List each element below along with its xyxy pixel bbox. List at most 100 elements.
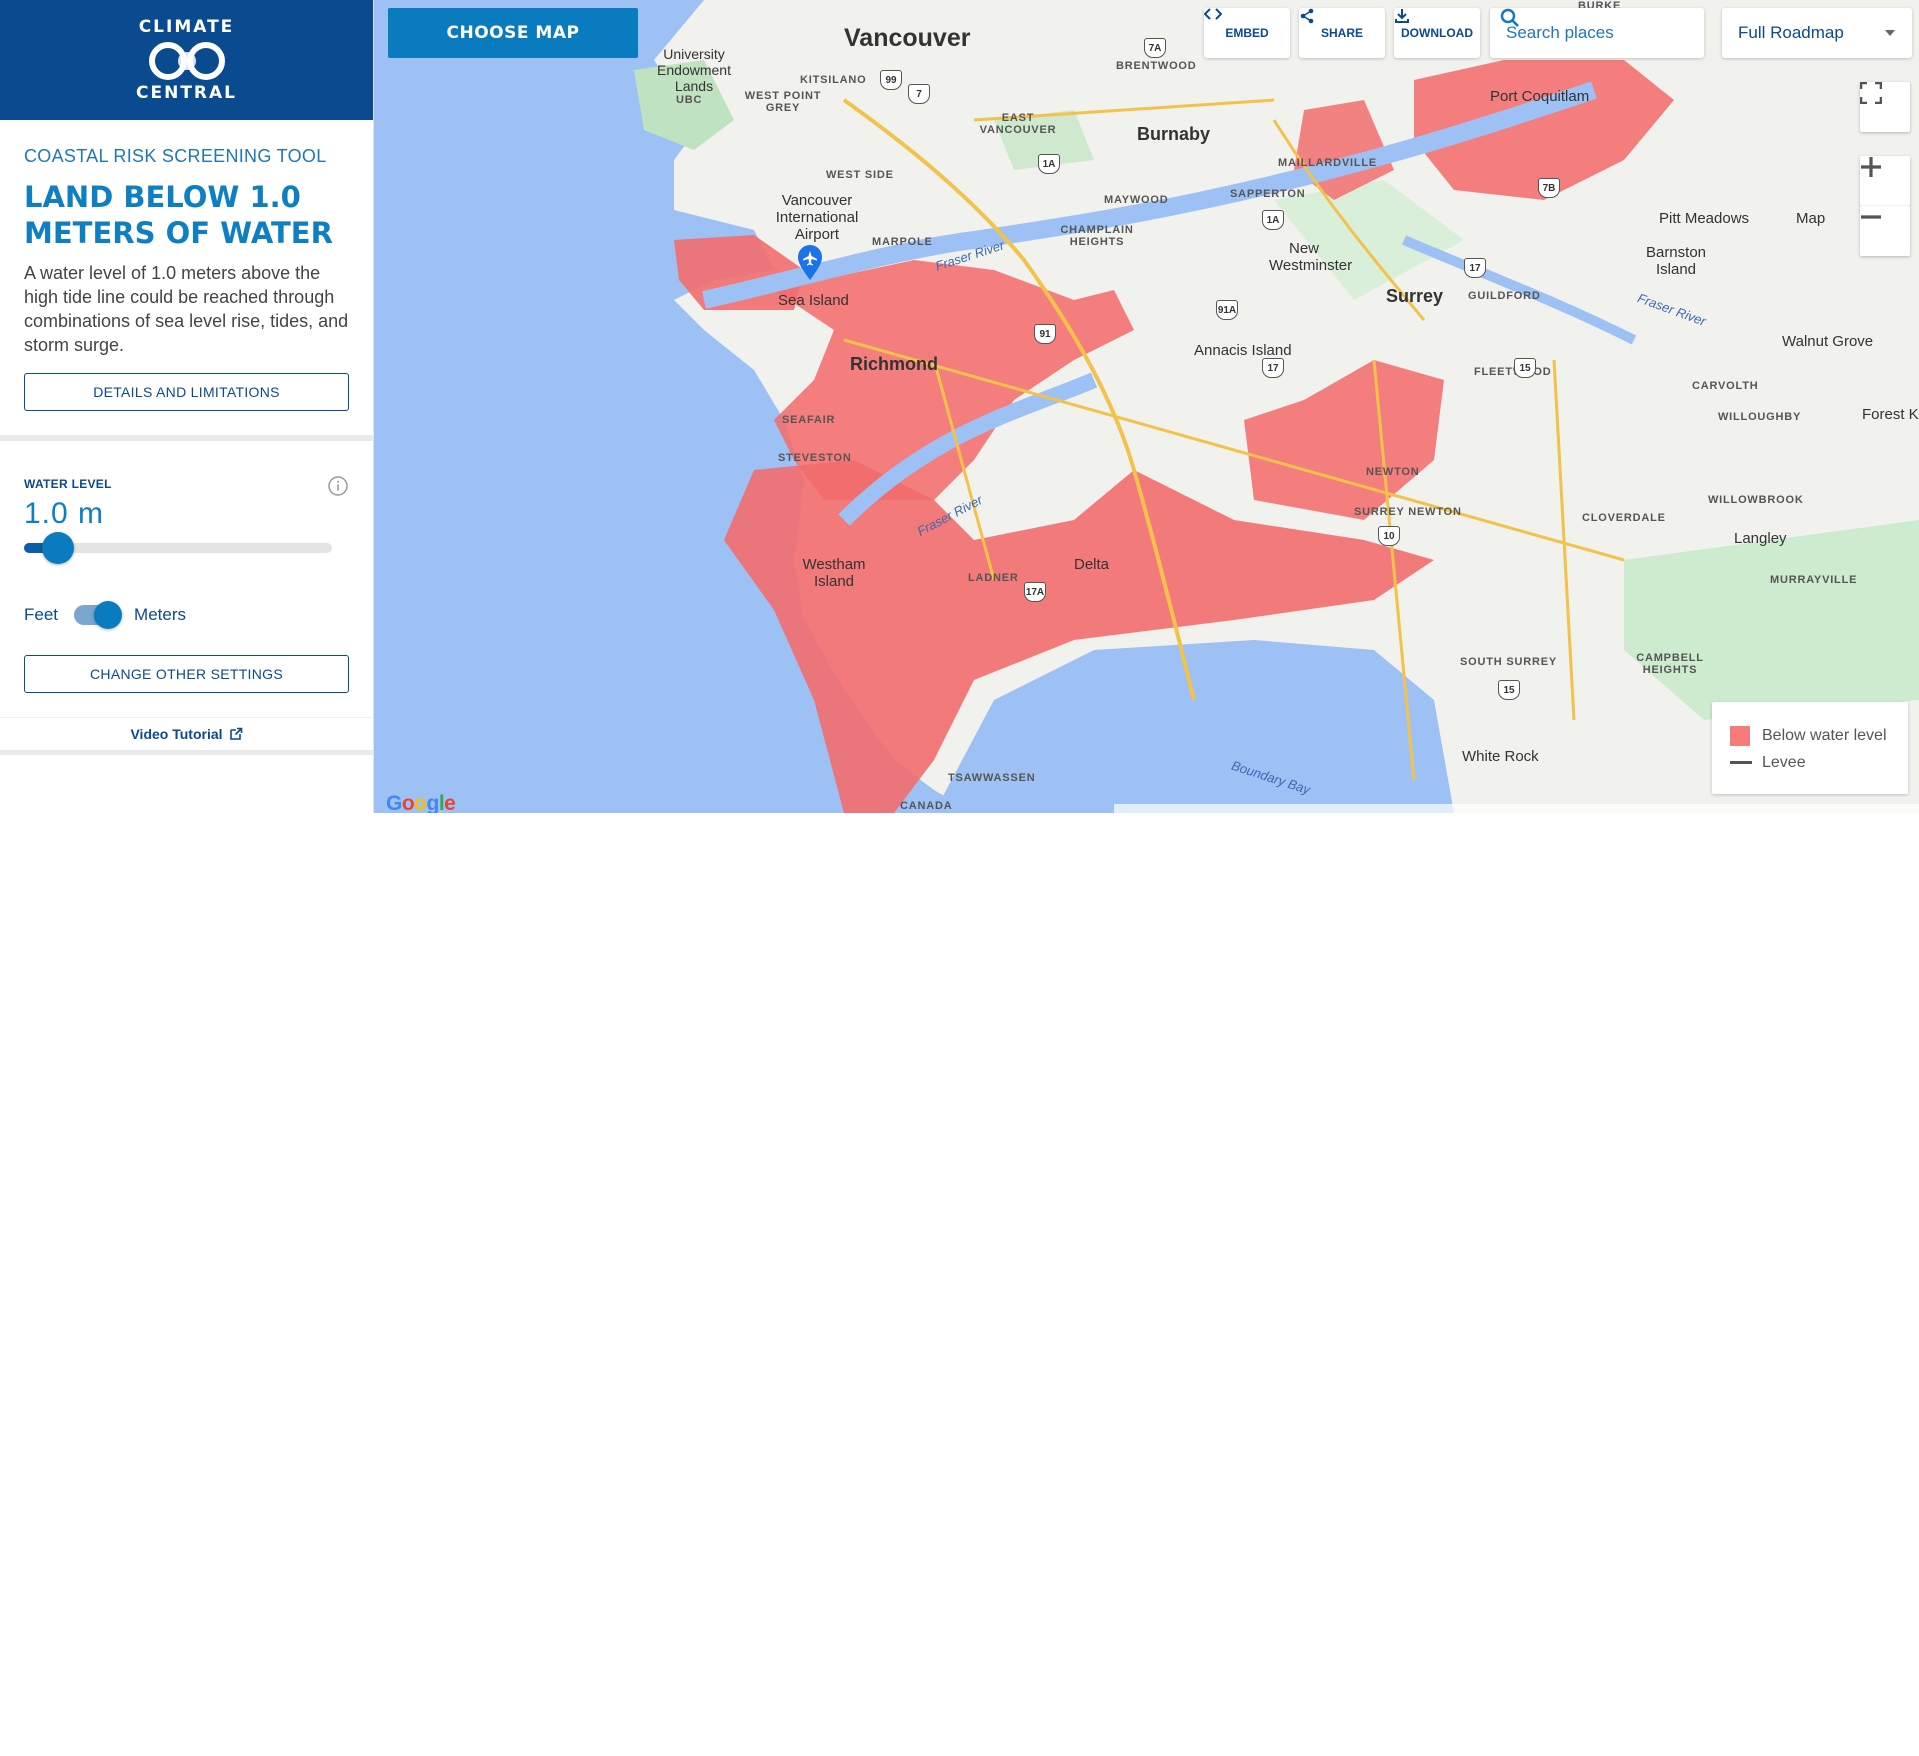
map-label-maple-ridge: Map xyxy=(1796,210,1826,227)
tool-name: COASTAL RISK SCREENING TOOL xyxy=(24,146,327,166)
choose-map-button[interactable]: CHOOSE MAP xyxy=(388,8,638,58)
video-tutorial-label: Video Tutorial xyxy=(130,726,223,742)
chevron-down-icon xyxy=(1885,30,1895,36)
map-label-murrayville: MURRAYVILLE xyxy=(1770,574,1858,586)
map-label-guildford: GUILDFORD xyxy=(1468,290,1541,302)
route-shield: 91A xyxy=(1216,300,1238,320)
share-label: SHARE xyxy=(1320,26,1363,40)
unit-label-feet: Feet xyxy=(24,605,59,624)
route-shield: 17 xyxy=(1262,358,1284,378)
legend-levee-label: Levee xyxy=(1762,753,1806,771)
route-shield: 7B xyxy=(1538,178,1560,198)
water-level-label: WATER LEVEL xyxy=(24,477,112,491)
map-label-port-coquitlam: Port Coquitlam xyxy=(1490,88,1590,105)
share-button[interactable]: SHARE xyxy=(1299,8,1385,58)
change-settings-button[interactable]: CHANGE OTHER SETTINGS xyxy=(24,655,349,693)
route-shield: 10 xyxy=(1378,526,1400,546)
download-icon xyxy=(1395,9,1409,23)
basemap-select[interactable]: Full Roadmap xyxy=(1722,8,1912,58)
map-label-willoughby: WILLOUGHBY xyxy=(1718,411,1802,423)
map-label-surrey: Surrey xyxy=(1386,286,1444,306)
description-text: A water level of 1.0 meters above the hi… xyxy=(24,263,349,355)
unit-toggle[interactable] xyxy=(74,601,123,629)
flood-map[interactable]: Vancouver Burnaby Richmond Surrey Delta … xyxy=(374,0,1919,813)
map-label-maywood: MAYWOOD xyxy=(1104,194,1169,206)
video-tutorial-link[interactable]: Video Tutorial xyxy=(0,717,373,750)
route-shield: 99 xyxy=(880,70,902,90)
map-label-cloverdale: CLOVERDALE xyxy=(1582,512,1666,524)
map-label-ladner: LADNER xyxy=(968,572,1019,584)
map-label-sapperton: SAPPERTON xyxy=(1230,188,1306,200)
fullscreen-icon xyxy=(1860,82,1882,104)
zoom-in-button[interactable] xyxy=(1860,156,1910,206)
route-shield: 7 xyxy=(908,84,930,104)
route-shield: 15 xyxy=(1514,358,1536,378)
fullscreen-button[interactable] xyxy=(1860,82,1910,132)
map-label-pitt-meadows: Pitt Meadows xyxy=(1659,210,1750,227)
download-label: DOWNLOAD xyxy=(1401,26,1473,40)
water-level-slider-handle[interactable] xyxy=(41,532,74,564)
map-label-steveston: STEVESTON xyxy=(778,452,852,464)
map-label-new-westminster: New Westminster xyxy=(1269,240,1353,274)
map-label-langley: Langley xyxy=(1734,530,1787,547)
basemap-value: Full Roadmap xyxy=(1738,23,1844,42)
climate-central-logo[interactable]: CLIMATE CENTRAL xyxy=(0,0,373,120)
map-label-east-vancouver: EAST VANCOUVER xyxy=(979,112,1057,136)
embed-button[interactable]: EMBED xyxy=(1204,8,1290,58)
map-label-white-rock: White Rock xyxy=(1462,748,1539,765)
external-link-icon xyxy=(229,727,242,740)
details-limitations-button[interactable]: DETAILS AND LIMITATIONS xyxy=(24,373,349,411)
info-icon[interactable] xyxy=(327,475,349,497)
embed-label: EMBED xyxy=(1225,26,1269,40)
airport-pin-icon[interactable] xyxy=(796,245,824,281)
map-canvas[interactable] xyxy=(374,0,1919,813)
map-label-kitsilano: KITSILANO xyxy=(800,74,867,86)
code-icon xyxy=(1204,8,1222,20)
legend-swatch-flood xyxy=(1730,725,1750,746)
map-label-brentwood: BRENTWOOD xyxy=(1116,60,1197,72)
download-button[interactable]: DOWNLOAD xyxy=(1394,8,1480,58)
route-shield: 91 xyxy=(1034,324,1056,344)
route-shield: 1A xyxy=(1262,210,1284,230)
map-label-west-point-grey: WEST POINT GREY xyxy=(744,90,822,114)
search-input[interactable] xyxy=(1504,22,1668,44)
map-label-newton: NEWTON xyxy=(1366,466,1420,478)
map-label-willowbrook: WILLOWBROOK xyxy=(1708,494,1804,506)
map-label-forest-knolls: Forest Kn xyxy=(1862,406,1919,423)
legend-below-label: Below water level xyxy=(1762,726,1887,744)
route-shield: 7A xyxy=(1144,38,1166,58)
brand-word-bottom: CENTRAL xyxy=(136,83,237,103)
map-label-south-surrey: SOUTH SURREY xyxy=(1460,656,1557,668)
legend-row-levee: Levee xyxy=(1730,749,1890,776)
map-label-fleetwood: FLEETWOOD xyxy=(1474,366,1552,378)
map-label-champlain-heights: CHAMPLAIN HEIGHTS xyxy=(1060,224,1134,248)
map-label-surrey-newton: SURREY NEWTON xyxy=(1354,506,1462,518)
unit-label-meters: Meters xyxy=(134,605,186,624)
map-label-airport: Vancouver International Airport xyxy=(775,192,859,243)
water-level-slider[interactable] xyxy=(24,532,332,564)
map-label-ubc: UBC xyxy=(676,94,703,106)
share-icon xyxy=(1300,8,1314,24)
map-label-westham-island: Westham Island xyxy=(802,556,866,590)
unit-toggle-knob xyxy=(94,601,123,629)
route-shield: 17 xyxy=(1464,258,1486,278)
map-legend: Below water level Levee xyxy=(1712,702,1908,794)
map-label-marpole: MARPOLE xyxy=(872,236,933,248)
route-shield: 17A xyxy=(1024,582,1046,602)
search-box[interactable] xyxy=(1490,8,1704,58)
search-icon[interactable] xyxy=(1500,8,1520,28)
map-label-seafair: SEAFAIR xyxy=(782,414,836,426)
map-label-tsawwassen: TSAWWASSEN xyxy=(948,772,1036,784)
zoom-out-button[interactable] xyxy=(1860,206,1910,256)
plus-icon xyxy=(1861,157,1881,177)
minus-icon xyxy=(1861,215,1881,219)
map-label-west-side: WEST SIDE xyxy=(826,169,894,181)
map-label-canada: CANADA xyxy=(900,800,953,812)
brand-word-top: CLIMATE xyxy=(138,17,235,37)
legend-swatch-levee xyxy=(1730,761,1752,764)
page-title: LAND BELOW 1.0 METERS OF WATER xyxy=(24,180,333,250)
map-label-campbell-heights: CAMPBELL HEIGHTS xyxy=(1636,652,1704,676)
map-label-barnston-island: Barnston Island xyxy=(1645,244,1707,278)
bottom-divider xyxy=(0,750,373,755)
route-shield: 15 xyxy=(1498,680,1520,700)
